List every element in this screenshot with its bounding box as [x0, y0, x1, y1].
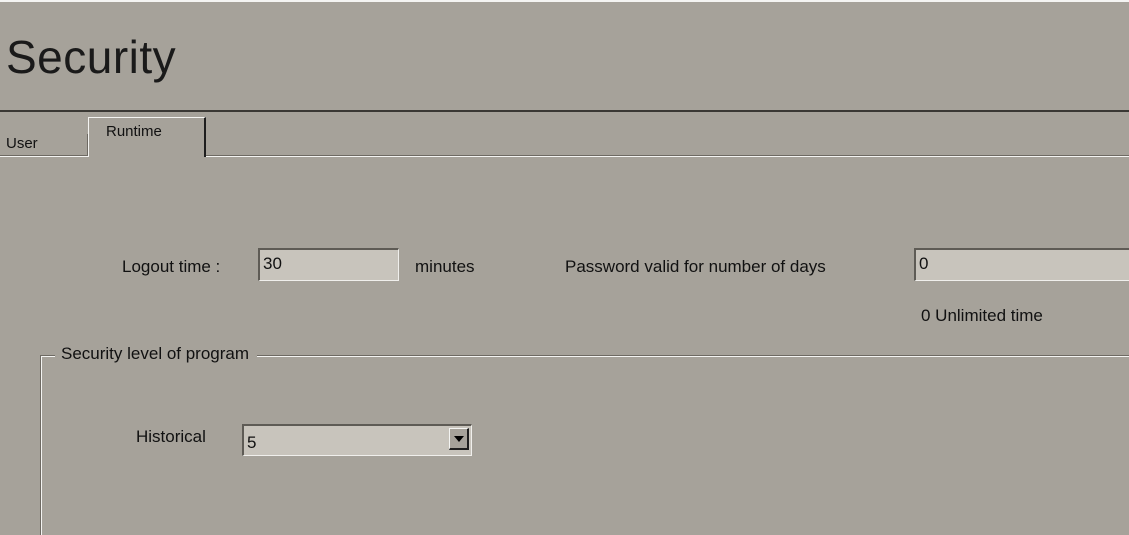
password-valid-label: Password valid for number of days	[565, 257, 826, 276]
chevron-down-icon[interactable]	[449, 428, 469, 450]
logout-unit-label: minutes	[415, 257, 475, 276]
historical-select[interactable]: 5	[242, 424, 472, 456]
tab-runtime[interactable]: Runtime	[88, 117, 206, 159]
page-header: Security	[0, 0, 1129, 112]
security-level-title: Security level of program	[55, 344, 258, 364]
password-hint: 0 Unlimited time	[921, 306, 1043, 325]
logout-time-input[interactable]: 30	[258, 248, 399, 281]
historical-value: 5	[247, 433, 257, 452]
tab-user[interactable]: User	[0, 134, 88, 156]
page-title: Security	[6, 31, 177, 83]
logout-time-label: Logout time :	[122, 257, 221, 276]
tab-runtime-label: Runtime	[106, 123, 162, 140]
historical-label: Historical	[136, 427, 206, 446]
tab-user-label: User	[6, 135, 38, 152]
tab-strip: User Runtime	[0, 112, 1129, 159]
password-days-input[interactable]: 0	[914, 248, 1129, 281]
